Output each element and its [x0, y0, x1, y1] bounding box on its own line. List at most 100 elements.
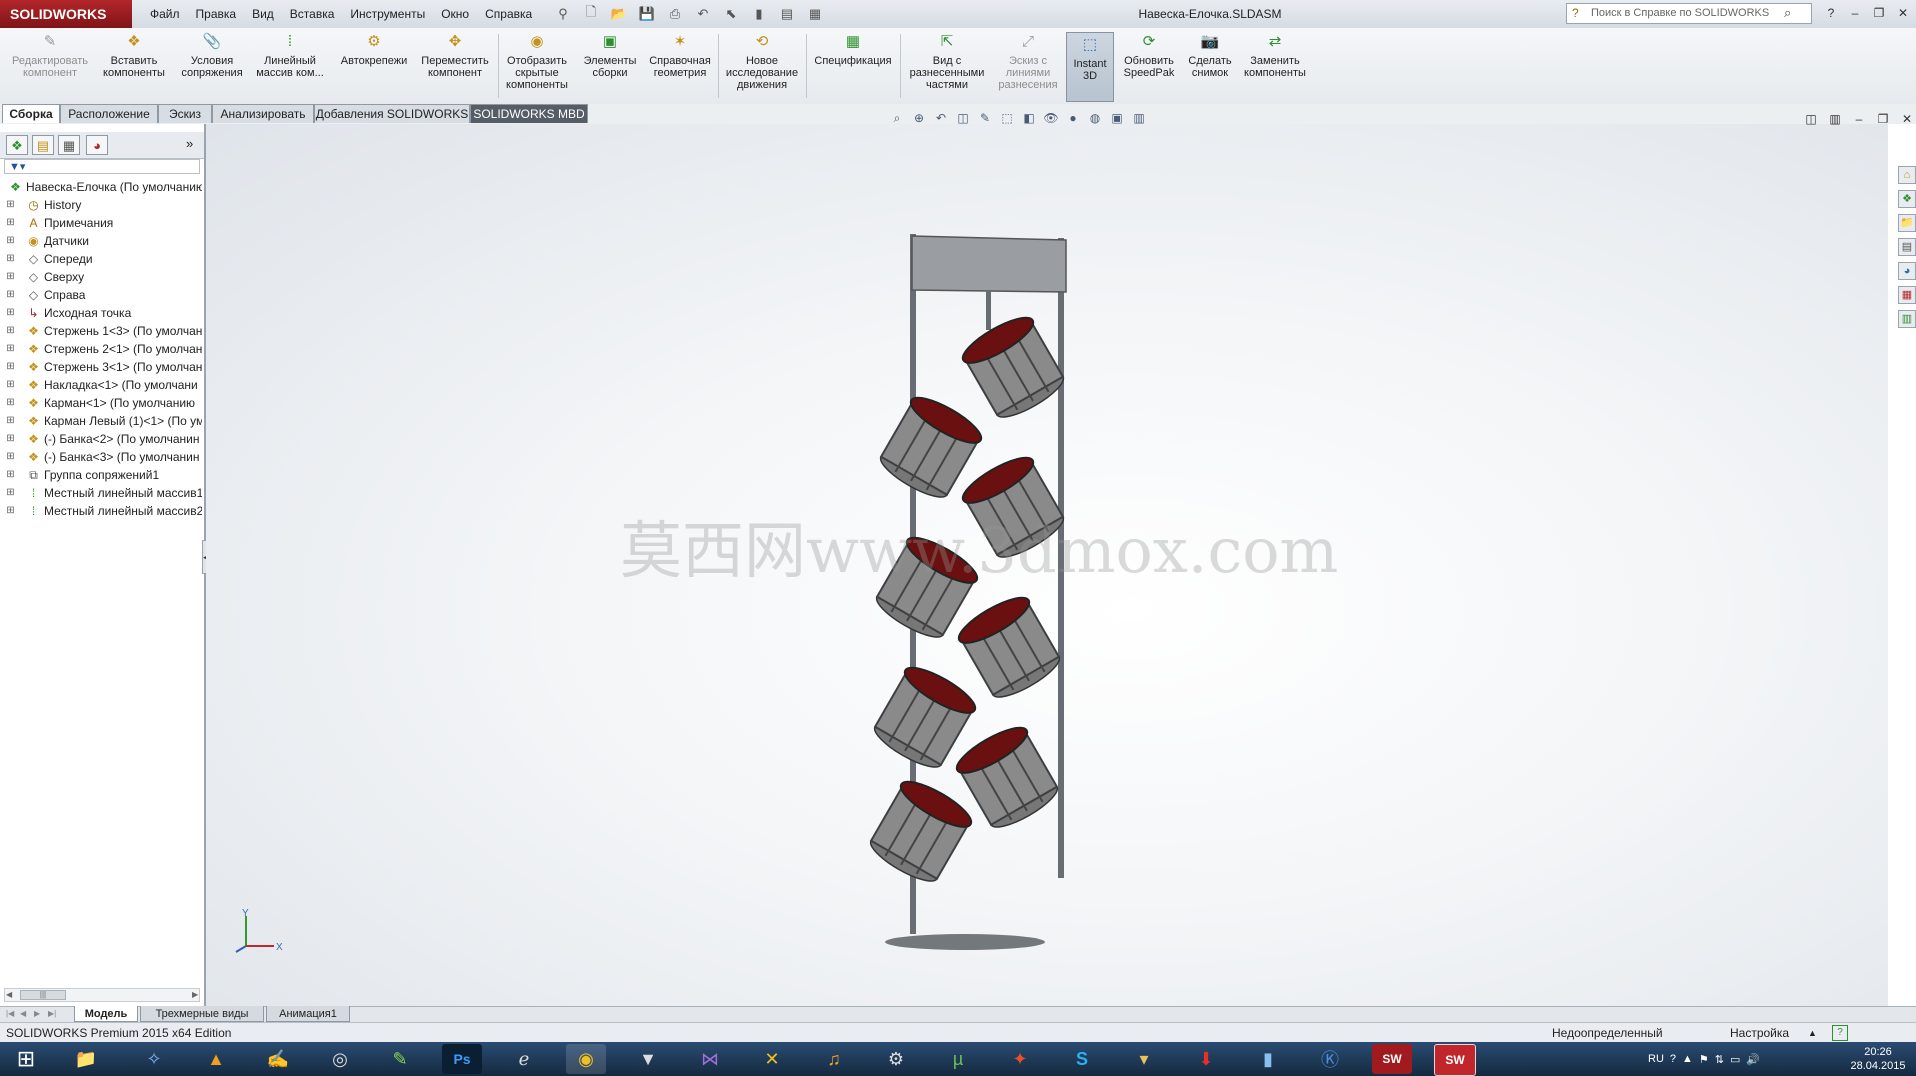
app-x-icon[interactable]: ✕ [752, 1044, 792, 1074]
zoom-to-fit-icon[interactable]: ⌕ [888, 110, 906, 126]
tree-item[interactable]: ⊞ ⁞ Местный линейный массив2 [0, 502, 202, 520]
doc-restore-icon[interactable]: ❐ [1874, 110, 1892, 128]
help-tray-icon[interactable]: ? [1670, 1053, 1676, 1065]
menu-window[interactable]: Окно [433, 0, 477, 28]
skype-icon[interactable]: S [1062, 1044, 1102, 1074]
instant3d-button[interactable]: ⬚ Instant 3D [1066, 32, 1114, 102]
scroll-right-icon[interactable]: ▶ [192, 990, 198, 999]
expand-toggle-icon[interactable]: ⊞ [6, 452, 15, 462]
hide-show-items-icon[interactable]: 👁 [1042, 110, 1060, 126]
print-icon[interactable]: ⎙ [664, 4, 686, 24]
tab-assembly[interactable]: Сборка [2, 104, 60, 123]
menu-edit[interactable]: Правка [188, 0, 245, 28]
expand-toggle-icon[interactable]: ⊞ [6, 434, 15, 444]
dynamic-annotation-icon[interactable]: ✎ [976, 110, 994, 126]
app-flame-icon[interactable]: ✦ [1000, 1044, 1040, 1074]
expand-toggle-icon[interactable]: ⊞ [6, 398, 15, 408]
linear-pattern-button[interactable]: ⁞ Линейный массив ком... [252, 32, 328, 102]
app-c-icon[interactable]: ◎ [320, 1044, 360, 1074]
tab-model[interactable]: Модель [74, 1006, 138, 1022]
tree-item[interactable]: ⊞ ◇ Сверху [0, 268, 202, 286]
app-script-icon[interactable]: ⚙ [876, 1044, 916, 1074]
property-manager-tab-icon[interactable]: ▤ [32, 135, 54, 155]
view-settings-icon[interactable]: ▣ [1108, 110, 1126, 126]
view-orientation-icon[interactable]: ⬚ [998, 110, 1016, 126]
motion-study-button[interactable]: ⟲ Новое исследование движения [722, 32, 802, 102]
open-icon[interactable]: 📂 [608, 4, 630, 24]
tree-item[interactable]: ⊞ ❖ (-) Банка<2> (По умолчанин [0, 430, 202, 448]
options-icon[interactable]: ▦ [804, 4, 826, 24]
taskpane-view-palette-icon[interactable]: ▤ [1898, 238, 1916, 256]
expand-toggle-icon[interactable]: ⊞ [6, 272, 15, 282]
explorer-icon[interactable]: 📁 [66, 1044, 106, 1074]
restore-icon[interactable]: ❐ [1870, 4, 1888, 22]
tree-item[interactable]: ⊞ ⧉ Группа сопряжений1 [0, 466, 202, 484]
exploded-view-button[interactable]: ⇱ Вид с разнесенными частями [904, 32, 990, 102]
utorrent-icon[interactable]: µ [938, 1044, 978, 1074]
help-menu-icon[interactable]: ? [1822, 4, 1840, 22]
download-icon[interactable]: ⬇ [1186, 1044, 1226, 1074]
taskpane-custom-properties-icon[interactable]: ▦ [1898, 286, 1916, 304]
tree-item[interactable]: ⊞ ❖ Накладка<1> (По умолчани [0, 376, 202, 394]
expand-toggle-icon[interactable]: ⊞ [6, 200, 15, 210]
tree-item[interactable]: ⊞ ❖ (-) Банка<3> (По умолчанин [0, 448, 202, 466]
customize-arrow-icon[interactable]: ▲ [1808, 1023, 1817, 1043]
close-icon[interactable]: ✕ [1894, 4, 1912, 22]
display-manager-tab-icon[interactable]: ◕ [86, 135, 108, 155]
tree-item[interactable]: ⊞ ◇ Справа [0, 286, 202, 304]
volume-tray-icon[interactable]: 🔊 [1746, 1053, 1760, 1066]
prev-tab-icon[interactable]: ◀ [20, 1008, 30, 1020]
search-icon[interactable]: ⌕ [1784, 5, 1791, 21]
expand-toggle-icon[interactable]: ⊞ [6, 326, 15, 336]
tree-item[interactable]: ⊞ ◇ Спереди [0, 250, 202, 268]
expand-toggle-icon[interactable]: ⊞ [6, 308, 15, 318]
expand-toggle-icon[interactable]: ⊞ [6, 236, 15, 246]
first-tab-icon[interactable]: |◀ [6, 1008, 16, 1020]
taskpane-appearances-icon[interactable]: ◕ [1898, 262, 1916, 280]
menu-tools[interactable]: Инструменты [342, 0, 433, 28]
tab-layout[interactable]: Расположение [60, 104, 158, 123]
bom-button[interactable]: ▦ Спецификация [810, 32, 896, 102]
tree-item[interactable]: ⊞ ↳ Исходная точка [0, 304, 202, 322]
network-tray-icon[interactable]: ⇅ [1715, 1053, 1724, 1066]
tab-animation[interactable]: Анимация1 [266, 1006, 350, 1022]
apply-scene-icon[interactable]: ◍ [1086, 110, 1104, 126]
display-pane-icon[interactable]: ▥ [1130, 110, 1148, 126]
tab-sketch[interactable]: Эскиз [158, 104, 212, 123]
edit-appearance-icon[interactable]: ● [1064, 110, 1082, 126]
previous-view-icon[interactable]: ↶ [932, 110, 950, 126]
tree-item[interactable]: ⊞ ❖ Стержень 3<1> (По умолчан [0, 358, 202, 376]
solidworks-2015-active-icon[interactable]: SW [1434, 1044, 1476, 1076]
rebuild-icon[interactable]: ▮ [748, 4, 770, 24]
expand-toggle-icon[interactable]: ⊞ [6, 416, 15, 426]
tree-item[interactable]: ⊞ ❖ Карман Левый (1)<1> (По ум [0, 412, 202, 430]
show-hidden-tray-icon[interactable]: ▲ [1682, 1053, 1693, 1065]
quick-tips-icon[interactable]: ? [1832, 1025, 1848, 1041]
expand-toggle-icon[interactable]: ⊞ [6, 254, 15, 264]
app-bottle-icon[interactable]: ▮ [1248, 1044, 1288, 1074]
mate-button[interactable]: 📎 Условия сопряжения [176, 32, 248, 102]
taskpane-forum-icon[interactable]: ▥ [1898, 310, 1916, 328]
tree-item[interactable]: ⊞ ❖ Стержень 2<1> (По умолчан [0, 340, 202, 358]
photoshop-icon[interactable]: Ps [442, 1044, 482, 1074]
last-tab-icon[interactable]: ▶| [48, 1008, 58, 1020]
menu-help[interactable]: Справка [477, 0, 540, 28]
menu-view[interactable]: Вид [244, 0, 282, 28]
doc-close-icon[interactable]: ✕ [1898, 110, 1916, 128]
new-document-icon[interactable]: 🗋 [580, 4, 602, 24]
expand-toggle-icon[interactable]: ⊞ [6, 344, 15, 354]
customize-button[interactable]: Настройка [1730, 1023, 1789, 1043]
app-leaf-icon[interactable]: ✎ [380, 1044, 420, 1074]
save-icon[interactable]: 💾 [636, 4, 658, 24]
language-indicator[interactable]: RU [1648, 1053, 1664, 1065]
app-k-icon[interactable]: Ⓚ [1310, 1044, 1350, 1074]
taskpane-design-library-icon[interactable]: ❖ [1898, 190, 1916, 208]
tree-item[interactable]: ⊞ ◷ History [0, 196, 202, 214]
tree-filter[interactable]: ▼▾ [4, 159, 200, 174]
monitor-tray-icon[interactable]: ▭ [1730, 1053, 1740, 1066]
tile-view-icon[interactable]: ▥ [1826, 110, 1844, 128]
start-button-icon[interactable]: ⊞ [6, 1044, 46, 1074]
chrome-icon[interactable]: ◉ [566, 1044, 606, 1074]
expand-toggle-icon[interactable]: ⊞ [6, 362, 15, 372]
next-tab-icon[interactable]: ▶ [34, 1008, 44, 1020]
